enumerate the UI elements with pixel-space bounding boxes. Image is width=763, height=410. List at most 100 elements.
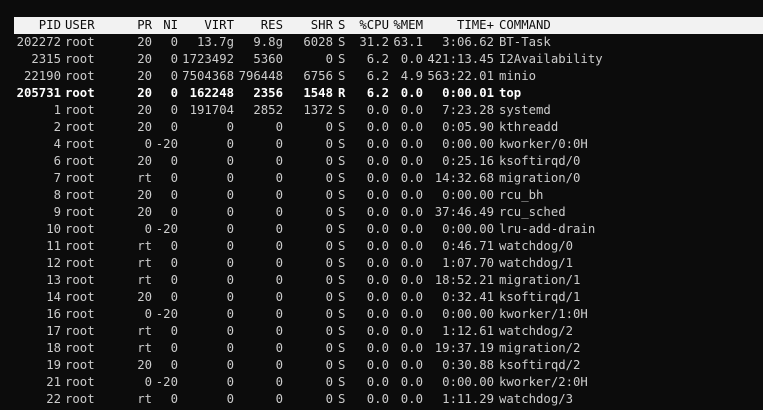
command-cell: watchdog/2: [499, 324, 574, 338]
shr-cell: 1372: [303, 103, 333, 117]
time-cell: 0:30.88: [442, 358, 494, 372]
time-cell: 37:46.49: [434, 205, 494, 219]
process-row[interactable]: 22 root rt 0 0 0 0 S 0.0 0.0 1:11.29 watchdog/3: [0, 391, 763, 408]
mem-cell: 0.0: [400, 341, 423, 355]
res-cell: 2852: [253, 103, 283, 117]
cpu-cell: 0.0: [366, 154, 389, 168]
mem-cell: 0.0: [400, 120, 423, 134]
res-cell: 0: [275, 392, 283, 406]
column-header-cpu: %CPU: [359, 18, 389, 32]
cpu-cell: 0.0: [366, 290, 389, 304]
time-cell: 0:32.41: [442, 290, 494, 304]
process-row[interactable]: 2 root 20 0 0 0 0 S 0.0 0.0 0:05.90 kthreadd: [0, 119, 763, 136]
shr-cell: 0: [325, 358, 333, 372]
time-cell: 1:07.70: [442, 256, 494, 270]
user-cell: root: [65, 392, 95, 406]
nice-cell: 0: [170, 358, 178, 372]
process-row[interactable]: 1 root 20 0 191704 2852 1372 S 0.0 0.0 7:23.28 syst…: [0, 102, 763, 119]
column-header-mem: %MEM: [393, 18, 423, 32]
process-row[interactable]: 11 root rt 0 0 0 0 S 0.0 0.0 0:46.71 watchdog/0: [0, 238, 763, 255]
nice-cell: 0: [170, 239, 178, 253]
process-row[interactable]: 13 root rt 0 0 0 0 S 0.0 0.0 18:52.21 migration/1: [0, 272, 763, 289]
user-cell: root: [65, 358, 95, 372]
process-row[interactable]: 14 root 20 0 0 0 0 S 0.0 0.0 0:32.41 ksoftirqd/1: [0, 289, 763, 306]
mem-cell: 0.0: [400, 103, 423, 117]
mem-cell: 0.0: [400, 358, 423, 372]
res-cell: 0: [275, 171, 283, 185]
command-cell: BT-Task: [499, 35, 551, 49]
virt-cell: 0: [226, 392, 234, 406]
pid-cell: 14: [46, 290, 61, 304]
user-cell: root: [65, 35, 95, 49]
terminal-window[interactable]: PID USER PR NI VIRT RES SHR S %CPU %MEM …: [0, 0, 763, 410]
priority-cell: rt: [137, 256, 152, 270]
shr-cell: 0: [325, 256, 333, 270]
process-row[interactable]: 17 root rt 0 0 0 0 S 0.0 0.0 1:12.61 watchdog/2: [0, 323, 763, 340]
process-row[interactable]: 9 root 20 0 0 0 0 S 0.0 0.0 37:46.49 rcu_sched: [0, 204, 763, 221]
cpu-cell: 0.0: [366, 120, 389, 134]
priority-cell: 20: [137, 205, 152, 219]
mem-cell: 0.0: [400, 324, 423, 338]
cpu-cell: 6.2: [366, 86, 389, 100]
virt-cell: 0: [226, 375, 234, 389]
mem-cell: 0.0: [400, 290, 423, 304]
res-cell: 0: [275, 273, 283, 287]
virt-cell: 1723492: [182, 52, 234, 66]
nice-cell: 0: [170, 256, 178, 270]
shr-cell: 0: [325, 375, 333, 389]
process-row[interactable]: 205731 root 20 0 162248 2356 1548 R 6.2 0.0 0:00.0…: [0, 85, 763, 102]
pid-cell: 21: [46, 375, 61, 389]
process-row[interactable]: 202272 root 20 0 13.7g 9.8g 6028 S 31.2 63.1 3:06.…: [0, 34, 763, 51]
command-cell: watchdog/1: [499, 256, 574, 270]
priority-cell: 20: [137, 35, 152, 49]
mem-cell: 0.0: [400, 222, 423, 236]
res-cell: 0: [275, 222, 283, 236]
time-cell: 14:32.68: [434, 171, 494, 185]
cpu-cell: 0.0: [366, 341, 389, 355]
column-header-command: COMMAND: [499, 18, 551, 32]
command-cell: minio: [499, 69, 537, 83]
mem-cell: 0.0: [400, 154, 423, 168]
time-cell: 0:00.00: [442, 307, 494, 321]
column-header-pr: PR: [137, 18, 152, 32]
time-cell: 3:06.62: [442, 35, 494, 49]
shr-cell: 0: [325, 307, 333, 321]
priority-cell: 0: [144, 137, 152, 151]
process-row[interactable]: 22190 root 20 0 7504368 796448 6756 S 6.2 4.9 563:…: [0, 68, 763, 85]
process-row[interactable]: 8 root 20 0 0 0 0 S 0.0 0.0 0:00.00 rcu_bh: [0, 187, 763, 204]
process-row[interactable]: 12 root rt 0 0 0 0 S 0.0 0.0 1:07.70 watchdog/1: [0, 255, 763, 272]
process-row[interactable]: 6 root 20 0 0 0 0 S 0.0 0.0 0:25.16 ksoftirqd/0: [0, 153, 763, 170]
process-row[interactable]: 2315 root 20 0 1723492 5360 0 S 6.2 0.0 421:13.45 I…: [0, 51, 763, 68]
pid-cell: 11: [46, 239, 61, 253]
pid-cell: 6: [53, 154, 61, 168]
shr-cell: 0: [325, 239, 333, 253]
priority-cell: rt: [137, 341, 152, 355]
process-row[interactable]: 21 root 0 -20 0 0 0 S 0.0 0.0 0:00.00 kworker/2:0H: [0, 374, 763, 391]
process-row[interactable]: 19 root 20 0 0 0 0 S 0.0 0.0 0:30.88 ksoftirqd/2: [0, 357, 763, 374]
command-cell: rcu_bh: [499, 188, 544, 202]
res-cell: 2356: [253, 86, 283, 100]
process-row[interactable]: 4 root 0 -20 0 0 0 S 0.0 0.0 0:00.00 kworker/0:0H: [0, 136, 763, 153]
virt-cell: 0: [226, 205, 234, 219]
mem-cell: 0.0: [400, 205, 423, 219]
nice-cell: -20: [155, 137, 178, 151]
user-cell: root: [65, 324, 95, 338]
process-row[interactable]: 16 root 0 -20 0 0 0 S 0.0 0.0 0:00.00 kworker/1:0H: [0, 306, 763, 323]
pid-cell: 202272: [16, 35, 61, 49]
res-cell: 0: [275, 290, 283, 304]
mem-cell: 0.0: [400, 307, 423, 321]
user-cell: root: [65, 120, 95, 134]
command-cell: kthreadd: [499, 120, 559, 134]
res-cell: 5360: [253, 52, 283, 66]
priority-cell: 20: [137, 358, 152, 372]
virt-cell: 0: [226, 290, 234, 304]
column-header-virt: VIRT: [204, 18, 234, 32]
command-cell: ksoftirqd/1: [499, 290, 581, 304]
process-row[interactable]: 7 root rt 0 0 0 0 S 0.0 0.0 14:32.68 migration/0: [0, 170, 763, 187]
user-cell: root: [65, 375, 95, 389]
process-row[interactable]: 18 root rt 0 0 0 0 S 0.0 0.0 19:37.19 migration/2: [0, 340, 763, 357]
nice-cell: 0: [170, 69, 178, 83]
time-cell: 0:00.01: [442, 86, 494, 100]
process-row[interactable]: 10 root 0 -20 0 0 0 S 0.0 0.0 0:00.00 lru-add-drain: [0, 221, 763, 238]
shr-cell: 0: [325, 273, 333, 287]
